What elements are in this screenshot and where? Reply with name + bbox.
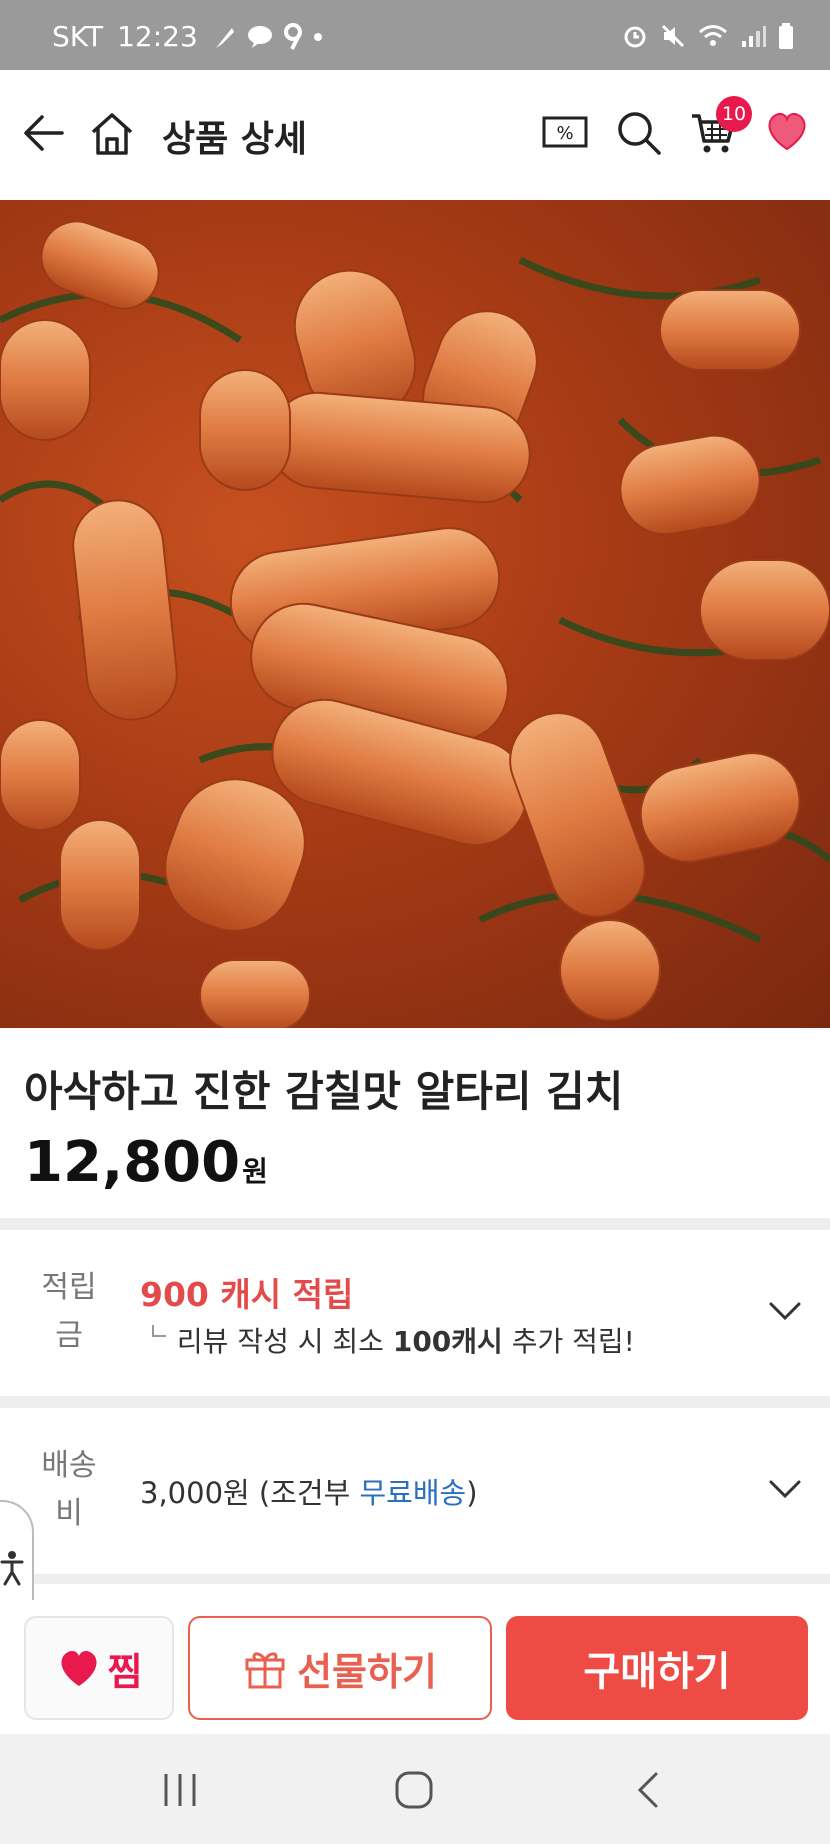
- coupon-button[interactable]: %: [542, 114, 588, 154]
- heart-icon: [61, 1650, 97, 1686]
- zzim-button[interactable]: 찜: [24, 1616, 174, 1720]
- shipping-label-line2: 비: [55, 1496, 83, 1531]
- shipping-fee: 3,000원 (조건부 무료배송): [140, 1470, 478, 1512]
- wifi-icon: [699, 25, 727, 46]
- clock: 12:23: [117, 20, 198, 53]
- mute-icon: [661, 24, 685, 48]
- buy-label: 구매하기: [583, 1649, 731, 1695]
- dot-icon: [313, 32, 322, 41]
- points-amount: 900 캐시 적립: [140, 1275, 354, 1314]
- chevron-down-icon: [769, 1480, 801, 1499]
- points-label: 적립 금: [24, 1264, 114, 1360]
- sub-item-corner-icon: [152, 1325, 166, 1337]
- points-label-line1: 적립: [41, 1270, 97, 1305]
- section-divider: [0, 1574, 830, 1584]
- points-label-line2: 금: [55, 1318, 83, 1353]
- shipping-close-paren: ): [466, 1476, 478, 1510]
- section-divider: [0, 1396, 830, 1408]
- status-bar: SKT 12:23: [0, 0, 830, 70]
- buy-button[interactable]: 구매하기: [506, 1616, 808, 1720]
- battery-icon: [779, 23, 793, 49]
- chat-bubble-icon: [247, 25, 272, 48]
- system-navigation-bar: [0, 1734, 830, 1844]
- product-title: 아삭하고 진한 감칠맛 알타리 김치: [24, 1067, 624, 1116]
- bottom-action-bar: 찜 선물하기 구매하기: [0, 1600, 830, 1734]
- back-arrow-icon: [24, 115, 64, 151]
- home-nav-button[interactable]: [394, 1770, 434, 1814]
- status-right: [622, 22, 794, 50]
- gift-button[interactable]: 선물하기: [188, 1616, 492, 1720]
- product-image[interactable]: [0, 200, 830, 1028]
- search-icon: [618, 112, 661, 155]
- accessibility-person-icon: [0, 1551, 24, 1586]
- carrier-label: SKT: [52, 20, 104, 53]
- shipping-expand-button[interactable]: [768, 1478, 802, 1504]
- notification-icons: [212, 22, 324, 51]
- points-expand-button[interactable]: [768, 1300, 802, 1326]
- shipping-label: 배송 비: [24, 1442, 114, 1538]
- kimchi-illustration: [0, 220, 830, 1028]
- home-button[interactable]: [88, 110, 136, 162]
- points-sub-suffix: 추가 적립!: [502, 1325, 635, 1358]
- recent-apps-button[interactable]: [160, 1770, 200, 1814]
- points-review-bonus: 리뷰 작성 시 최소 100캐시 추가 적립!: [150, 1320, 635, 1360]
- points-sub-bold: 100캐시: [392, 1325, 503, 1358]
- zzim-label: 찜: [107, 1649, 143, 1694]
- price-unit: 원: [242, 1155, 268, 1188]
- section-divider: [0, 1218, 830, 1230]
- back-nav-button[interactable]: [628, 1770, 668, 1814]
- price-row: 12,800 원: [24, 1130, 268, 1195]
- alarm-icon: [624, 26, 646, 48]
- page-title: 상품 상세: [162, 119, 308, 160]
- coupon-icon: %: [542, 116, 588, 148]
- status-left: SKT 12:23: [52, 20, 324, 53]
- app-header: 상품 상세 % 10: [0, 70, 830, 200]
- shipping-label-line1: 배송: [41, 1448, 97, 1483]
- feather-icon: [215, 27, 234, 48]
- points-sub-prefix: 리뷰 작성 시 최소: [176, 1325, 393, 1358]
- nine-icon: [283, 22, 302, 50]
- home-icon: [91, 113, 133, 155]
- home-circle-icon: [395, 1771, 433, 1809]
- free-shipping-label: 무료배송: [359, 1476, 467, 1510]
- back-button[interactable]: [20, 110, 66, 160]
- wishlist-button[interactable]: [764, 110, 810, 156]
- back-chevron-icon: [637, 1772, 658, 1808]
- gift-label: 선물하기: [297, 1649, 437, 1694]
- heart-icon: [768, 112, 806, 151]
- chevron-down-icon: [769, 1302, 801, 1321]
- signal-icon: [742, 26, 766, 47]
- gift-icon: [245, 1652, 285, 1689]
- coupon-percent-text: %: [556, 123, 573, 144]
- product-price: 12,800: [24, 1130, 241, 1195]
- cart-count-badge: 10: [716, 96, 752, 132]
- shipping-fee-amount: 3,000원 (조건부: [140, 1476, 360, 1510]
- recent-apps-icon: [164, 1774, 196, 1806]
- search-button[interactable]: [616, 110, 662, 160]
